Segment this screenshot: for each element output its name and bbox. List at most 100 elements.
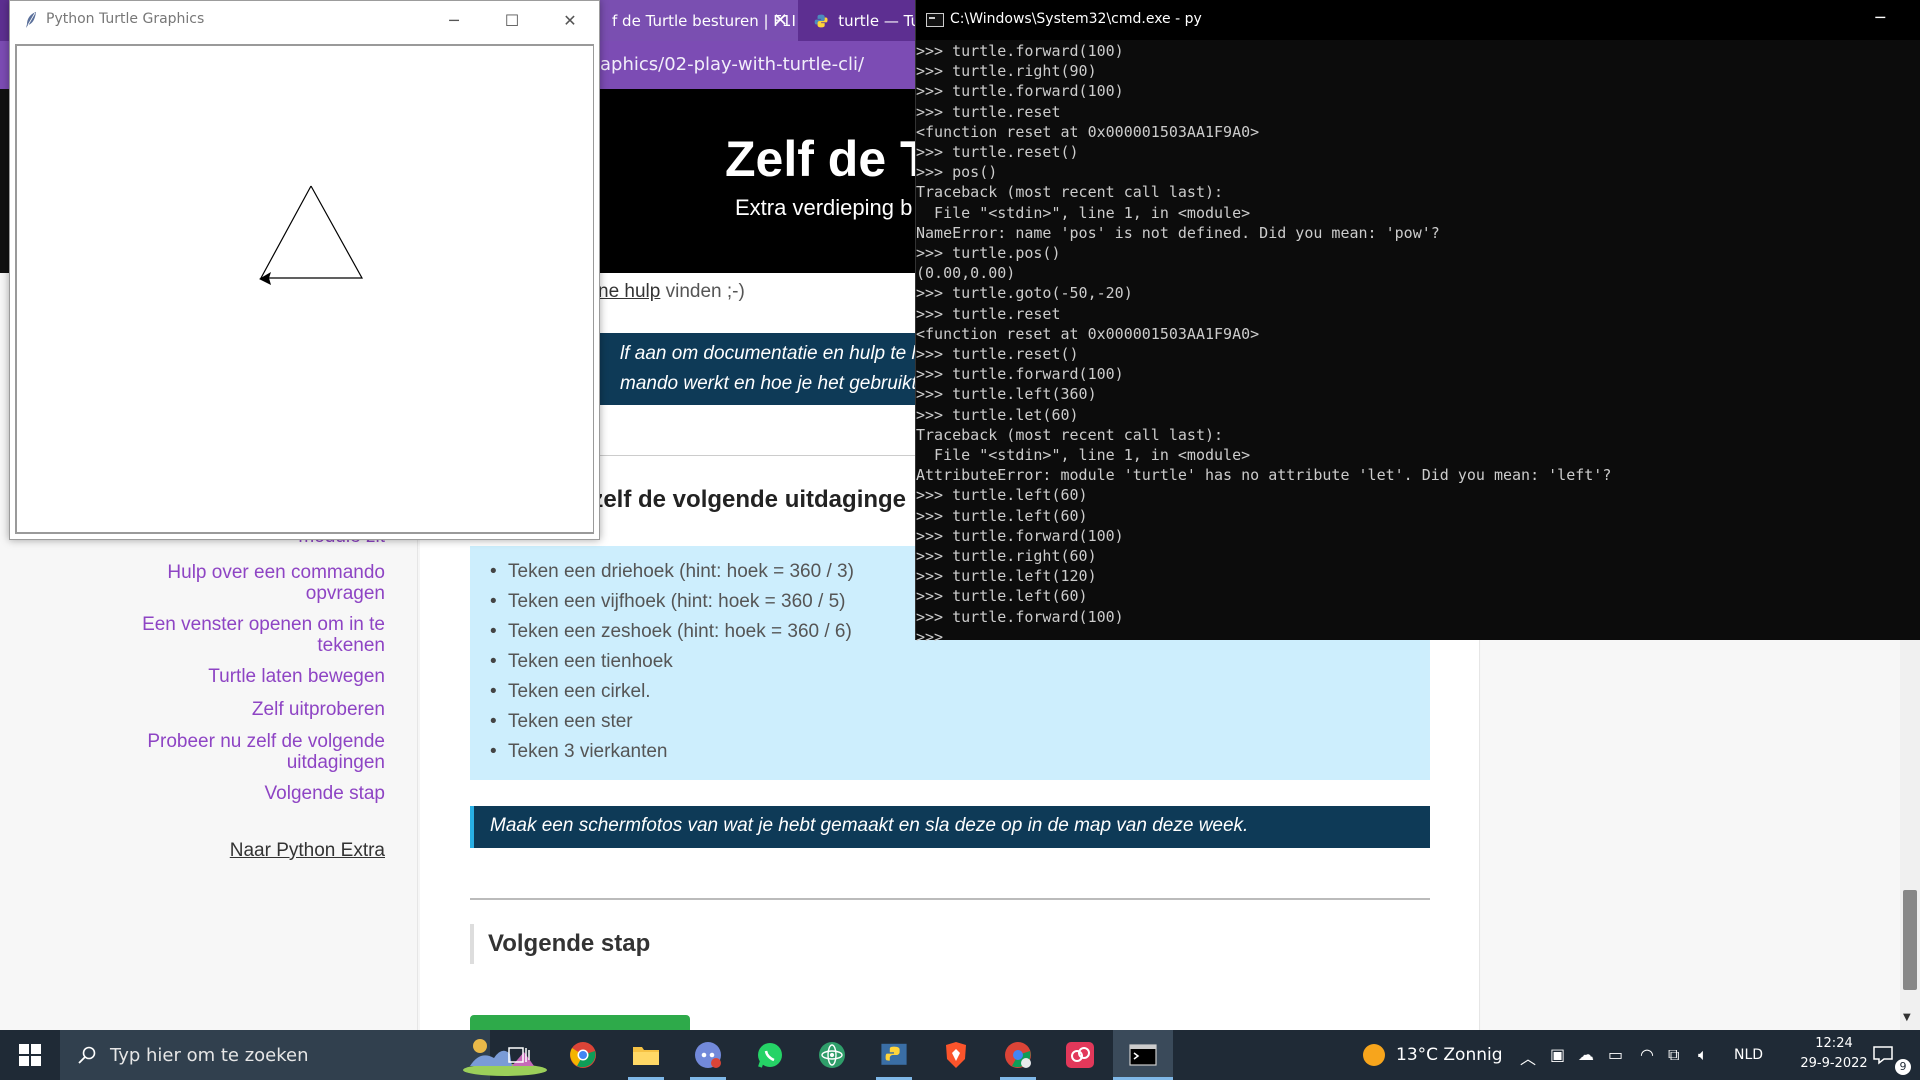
title-bar[interactable]: Python Turtle Graphics ─ ☐ ✕ [10, 1, 599, 40]
sidebar-item-hulp-commando[interactable]: Hulp over een commando opvragen [85, 562, 385, 604]
clock-date[interactable]: 29-9-2022 [1794, 1056, 1874, 1071]
file-explorer-icon[interactable] [630, 1039, 662, 1071]
challenges-heading: u zelf de volgende uitdaginge [570, 486, 907, 513]
terminal-line: File "<stdin>", line 1, in <module> [916, 446, 1251, 464]
window-title: Python Turtle Graphics [46, 11, 205, 27]
maximize-button[interactable]: ☐ [483, 1, 541, 40]
sidebar-item-turtle-bewegen[interactable]: Turtle laten bewegen [85, 666, 385, 687]
terminal-line: >>> turtle.right(90) [916, 62, 1097, 81]
scroll-down-arrow[interactable]: ▼ [1903, 1012, 1911, 1023]
taskbar: Typ hier om te zoeken 13°C Zonnig ︿ ▣ ☁ … [0, 1030, 1920, 1080]
info-line: mando werkt en hoe je het gebruikt. [620, 373, 923, 394]
scrollbar-thumb[interactable] [1903, 890, 1917, 990]
heading-accent-bar [470, 924, 474, 964]
url-text[interactable]: aphics/02-play-with-turtle-cli/ [600, 54, 864, 75]
search-icon [78, 1046, 96, 1064]
terminal-line: >>> turtle.right(60) [916, 547, 1097, 565]
creative-cloud-icon[interactable] [1064, 1039, 1096, 1071]
terminal-line: >>> turtle.reset [916, 102, 1061, 121]
close-icon[interactable]: ✕ [773, 10, 788, 31]
onedrive-icon[interactable]: ☁ [1578, 1045, 1594, 1064]
sidebar-item-zelf-uitproberen[interactable]: Zelf uitproberen [85, 699, 385, 720]
sidebar-item-uitdagingen[interactable]: Probeer nu zelf de volgende uitdagingen [85, 731, 385, 773]
title-bar[interactable]: C:\Windows\System32\cmd.exe - py ─ [916, 0, 1920, 40]
terminal-line: Traceback (most recent call last): [916, 183, 1224, 202]
sidebar-item-volgende-stap[interactable]: Volgende stap [85, 783, 385, 804]
terminal-line: >>> turtle.forward(100) [916, 607, 1124, 626]
weather-text[interactable]: 13°C Zonnig [1396, 1045, 1503, 1065]
page-title: Zelf de T [725, 131, 931, 187]
terminal-line: >>> turtle.forward(100) [916, 526, 1124, 545]
list-item: Teken een ster [490, 711, 633, 733]
search-placeholder: Typ hier om te zoeken [110, 1045, 309, 1066]
turtle-graphics-window: Python Turtle Graphics ─ ☐ ✕ [9, 0, 600, 540]
python-extra-link[interactable]: Naar Python Extra [230, 840, 385, 862]
help-line: ne hulp vinden ;-) [598, 281, 745, 303]
atom-app-icon[interactable] [816, 1039, 848, 1071]
terminal-line: <function reset at 0x000001503AA1F9A0> [916, 324, 1260, 343]
terminal-line: >>> turtle.left(60) [916, 587, 1088, 606]
note-box: Maak een schermfotos van wat je hebt gem… [470, 806, 1430, 848]
list-item: Teken een zeshoek (hint: hoek = 360 / 6) [490, 621, 852, 643]
terminal-line: >>> turtle.left(60) [916, 486, 1088, 505]
list-item: Teken een tienhoek [490, 651, 673, 673]
terminal-line: NameError: name 'pos' is not defined. Di… [916, 223, 1440, 242]
terminal-line: >>> turtle.goto(-50,-20) [916, 284, 1133, 303]
terminal-line: >>> turtle.forward(100) [916, 365, 1124, 384]
battery-icon[interactable]: ▭ [1608, 1045, 1623, 1064]
sidebar-item-venster-openen[interactable]: Een venster openen om in te tekenen [85, 614, 385, 656]
notification-icon[interactable] [1872, 1044, 1894, 1066]
minimize-button[interactable]: ─ [1875, 8, 1885, 27]
help-link[interactable]: ne hulp [598, 281, 660, 302]
system-tray: 13°C Zonnig ︿ ▣ ☁ ▭ ◠ ⧉ 🔈︎ NLD 12:24 29-… [1350, 1030, 1920, 1080]
meet-now-icon[interactable]: ▣ [1550, 1045, 1565, 1064]
notification-count-badge: 9 [1895, 1059, 1911, 1075]
tab-turtle-docs[interactable]: turtle — Tu [800, 0, 920, 41]
terminal-line: >>> [916, 627, 953, 646]
terminal-line: >>> turtle.forward(100) [916, 82, 1124, 101]
terminal-icon [926, 13, 944, 27]
chevron-up-icon[interactable]: ︿ [1520, 1045, 1536, 1069]
minimize-button[interactable]: ─ [425, 1, 483, 40]
terminal-line: >>> turtle.reset [916, 304, 1061, 323]
terminal-icon[interactable] [1127, 1039, 1159, 1071]
wifi-icon[interactable]: ◠ [1640, 1045, 1654, 1064]
divider [470, 898, 1430, 900]
tab-turtle-besturen[interactable]: f de Turtle besturen | F1I ✕ [598, 0, 798, 41]
discord-chrome-icon[interactable] [692, 1039, 724, 1071]
task-view-icon[interactable] [503, 1039, 535, 1071]
terminal-line: >>> pos() [916, 163, 998, 182]
terminal-line: (0.00,0.00) [916, 264, 1016, 283]
display-icon[interactable]: ⧉ [1668, 1045, 1679, 1065]
terminal-line: File "<stdin>", line 1, in <module> [916, 203, 1251, 222]
terminal-line: >>> turtle.left(120) [916, 567, 1097, 586]
volume-icon[interactable]: 🔈︎ [1698, 1045, 1708, 1065]
terminal-line: >>> turtle.reset() [916, 143, 1079, 161]
turtle-canvas[interactable] [15, 44, 594, 534]
taskbar-search[interactable]: Typ hier om te zoeken [60, 1030, 547, 1080]
help-line-rest: vinden ;-) [660, 281, 745, 302]
tab-label: turtle — Tu [838, 11, 920, 30]
terminal-line: >>> turtle.pos() [916, 244, 1061, 262]
python-icon [814, 14, 828, 27]
clock-time[interactable]: 12:24 [1794, 1036, 1874, 1051]
turtle-drawing [259, 185, 364, 285]
brave-icon[interactable] [940, 1039, 972, 1071]
terminal-line: >>> turtle.forward(100) [916, 42, 1124, 60]
terminal-line: >>> turtle.left(60) [916, 506, 1088, 525]
search-highlight-art [463, 1039, 547, 1076]
chrome-icon[interactable] [567, 1039, 599, 1071]
terminal-line: Traceback (most recent call last): [916, 425, 1224, 444]
python-icon[interactable] [878, 1039, 910, 1071]
start-button[interactable] [0, 1030, 60, 1080]
list-item: Teken een driehoek (hint: hoek = 360 / 3… [490, 561, 854, 583]
sun-icon[interactable] [1362, 1043, 1386, 1067]
note-text: Maak een schermfotos van wat je hebt gem… [490, 815, 1249, 836]
terminal-line: >>> turtle.left(360) [916, 385, 1097, 404]
close-button[interactable]: ✕ [541, 1, 599, 40]
chrome-profile-icon[interactable] [1002, 1039, 1034, 1071]
whatsapp-icon[interactable] [754, 1039, 786, 1071]
language-indicator[interactable]: NLD [1734, 1047, 1763, 1063]
terminal-output[interactable]: >>> turtle.forward(100) >>> turtle.right(… [916, 40, 1920, 646]
page-subtitle: Extra verdieping b [735, 195, 913, 220]
